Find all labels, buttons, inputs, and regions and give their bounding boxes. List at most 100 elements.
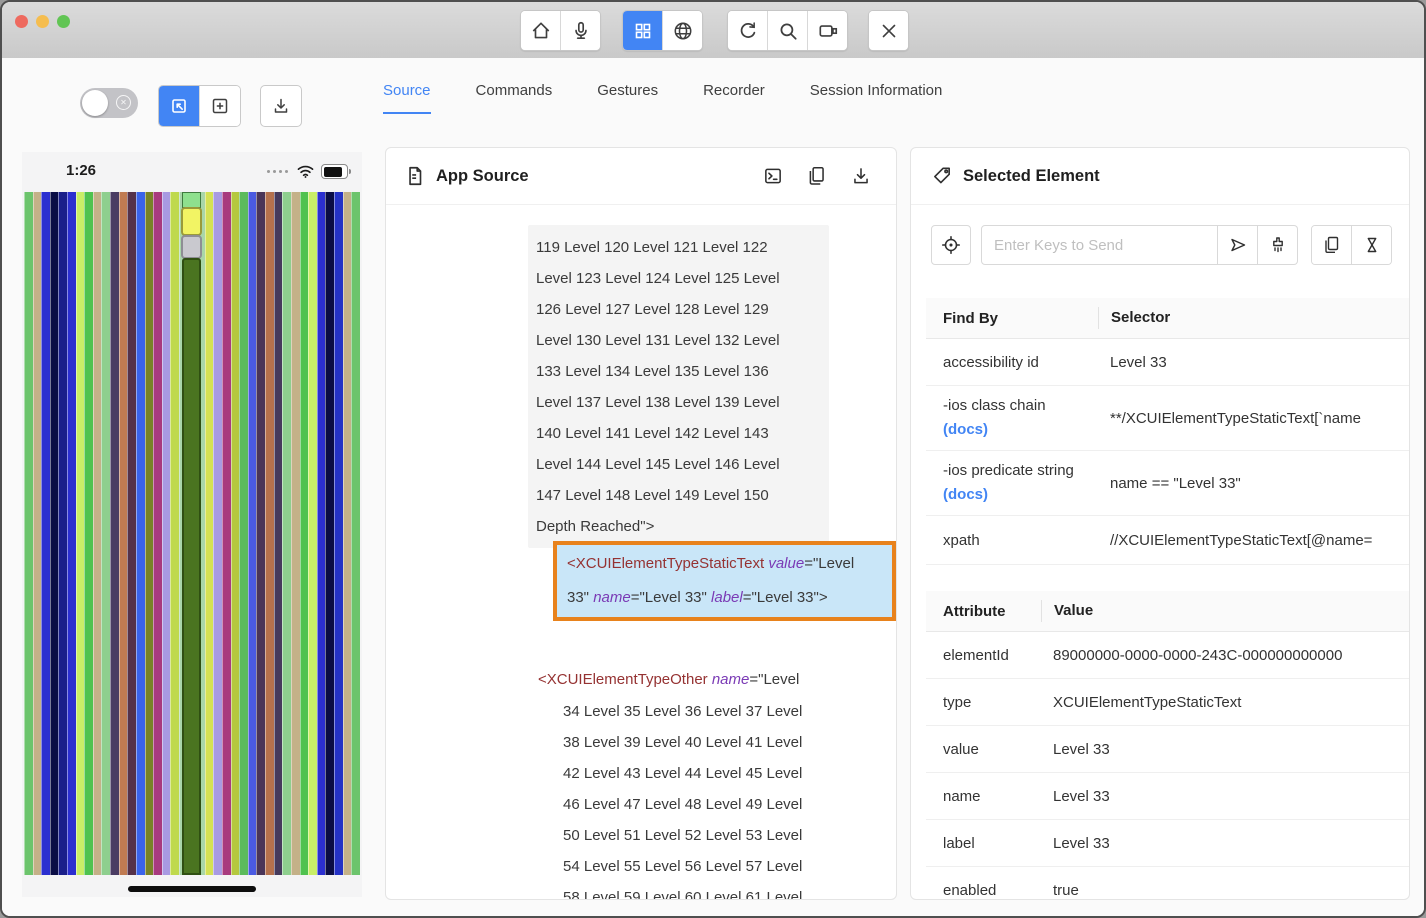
selected-node-line-2: 33" name="Level 33" label="Level 33"> — [567, 581, 882, 615]
game-stripe — [300, 192, 309, 875]
game-stripe — [24, 192, 33, 875]
find-by-table-header: Find By Selector — [926, 298, 1410, 339]
app-source-panel: App Source 119 Level 120 Level 121 Level… — [385, 147, 897, 900]
source-text-line: 58 Level 59 Level 60 Level 61 Level — [563, 882, 802, 900]
plus-square-icon — [210, 96, 230, 116]
game-stripe — [145, 192, 154, 875]
table-row[interactable]: -ios predicate string(docs) name == "Lev… — [926, 451, 1410, 516]
tab-recorder[interactable]: Recorder — [703, 82, 765, 114]
brush-icon — [1268, 235, 1288, 255]
game-stripe — [334, 192, 343, 875]
column-header: Selector — [1098, 307, 1410, 329]
download-screenshot-button[interactable] — [260, 85, 302, 127]
copy-icon — [1322, 235, 1342, 255]
window-titlebar — [2, 2, 1424, 59]
apps-mode-button[interactable] — [623, 11, 662, 50]
status-time: 1:26 — [66, 162, 96, 179]
docs-link[interactable]: (docs) — [943, 483, 1098, 507]
selected-element-header: Selected Element — [911, 148, 1409, 205]
tab-gestures[interactable]: Gestures — [597, 82, 658, 114]
tap-by-coordinates-button[interactable] — [199, 86, 240, 126]
close-window-button[interactable] — [15, 15, 28, 28]
next-source-node[interactable]: <XCUIElementTypeOther name="Level — [538, 664, 799, 695]
app-source-title: App Source — [436, 167, 529, 186]
game-stripe — [317, 192, 326, 875]
attribute-value: 89000000-0000-0000-243C-000000000000 — [1041, 647, 1410, 664]
device-screenshot[interactable]: 1:26 — [22, 152, 362, 897]
select-elements-button[interactable] — [159, 86, 199, 126]
wifi-icon — [296, 164, 315, 179]
next-node-text[interactable]: 34 Level 35 Level 36 Level 37 Level 38 L… — [563, 696, 802, 900]
selected-node-line-1: <XCUIElementTypeStaticText value="Level — [567, 547, 882, 581]
copy-icon[interactable] — [806, 165, 828, 187]
game-stripe — [50, 192, 59, 875]
send-keys-button[interactable] — [1218, 225, 1258, 265]
device-home-area — [22, 875, 362, 897]
game-stripe — [308, 192, 317, 875]
table-row[interactable]: type XCUIElementTypeStaticText — [926, 679, 1410, 726]
attribute-value: Level 33 — [1041, 835, 1410, 852]
send-keys-group — [981, 225, 1298, 265]
minimize-window-button[interactable] — [36, 15, 49, 28]
table-row[interactable]: accessibility id Level 33 — [926, 339, 1410, 386]
selected-source-node[interactable]: <XCUIElementTypeStaticText value="Level … — [553, 541, 896, 621]
table-row[interactable]: enabled true — [926, 867, 1410, 900]
app-source-header: App Source — [386, 148, 896, 205]
locate-element-button[interactable] — [931, 225, 971, 265]
attribute-label: label — [926, 835, 1041, 852]
game-stripe — [248, 192, 257, 875]
wait-for-element-button[interactable] — [1351, 226, 1391, 264]
parent-node-text[interactable]: 119 Level 120 Level 121 Level 122 Level … — [528, 225, 829, 548]
inspector-tabs: Source Commands Gestures Recorder Sessio… — [383, 82, 942, 114]
attribute-label: name — [926, 788, 1041, 805]
table-row[interactable]: xpath //XCUIElementTypeStaticText[@name= — [926, 516, 1410, 565]
siri-button[interactable] — [560, 11, 600, 50]
table-row[interactable]: -ios class chain(docs) **/XCUIElementTyp… — [926, 386, 1410, 451]
start-recording-button[interactable] — [807, 11, 847, 50]
tab-commands[interactable]: Commands — [476, 82, 553, 114]
attribute-label: enabled — [926, 882, 1041, 899]
attributes-table-header: Attribute Value — [926, 591, 1410, 632]
toolbar-group-mode — [622, 10, 703, 51]
screenshot-gesture-toggle[interactable]: ✕ — [80, 88, 138, 118]
selected-element-panel: Selected Element — [910, 147, 1410, 900]
game-stripe — [239, 192, 248, 875]
source-text-line: 126 Level 127 Level 128 Level 129 — [536, 294, 829, 325]
home-button[interactable] — [521, 11, 560, 50]
appium-inspector-window: ✕ 1:26 — [0, 0, 1426, 918]
game-player-gray-block — [181, 235, 202, 259]
table-row[interactable]: label Level 33 — [926, 820, 1410, 867]
refresh-button[interactable] — [728, 11, 767, 50]
zoom-window-button[interactable] — [57, 15, 70, 28]
game-stripe — [162, 192, 171, 875]
table-row[interactable]: value Level 33 — [926, 726, 1410, 773]
tab-session-information[interactable]: Session Information — [810, 82, 943, 114]
main-content: ✕ 1:26 — [2, 58, 1424, 916]
document-icon — [404, 165, 426, 187]
quit-session-button[interactable] — [869, 11, 908, 50]
copy-attributes-button[interactable] — [1312, 226, 1351, 264]
source-tree[interactable]: 119 Level 120 Level 121 Level 122 Level … — [386, 204, 896, 899]
source-text-line: Level 144 Level 145 Level 146 Level — [536, 449, 829, 480]
grid-icon — [633, 21, 653, 41]
table-row[interactable]: elementId 89000000-0000-0000-243C-000000… — [926, 632, 1410, 679]
table-row[interactable]: name Level 33 — [926, 773, 1410, 820]
clear-keys-button[interactable] — [1258, 225, 1298, 265]
game-stripe — [213, 192, 222, 875]
download-source-icon[interactable] — [850, 165, 872, 187]
tab-source[interactable]: Source — [383, 82, 431, 114]
browser-mode-button[interactable] — [662, 11, 702, 50]
find-by-table: Find By Selector accessibility id Level … — [926, 298, 1410, 565]
game-stripe — [58, 192, 67, 875]
cellular-dots-icon — [267, 170, 288, 173]
docs-link[interactable]: (docs) — [943, 418, 1098, 442]
interaction-mode-buttons — [158, 85, 241, 127]
source-text-line: 147 Level 148 Level 149 Level 150 — [536, 480, 829, 511]
source-text-line: Level 137 Level 138 Level 139 Level — [536, 387, 829, 418]
keys-input[interactable] — [981, 225, 1218, 265]
game-stripe — [136, 192, 145, 875]
column-header: Attribute — [926, 603, 1041, 620]
terminal-icon[interactable] — [762, 165, 784, 187]
search-button[interactable] — [767, 11, 807, 50]
game-stripe — [205, 192, 214, 875]
